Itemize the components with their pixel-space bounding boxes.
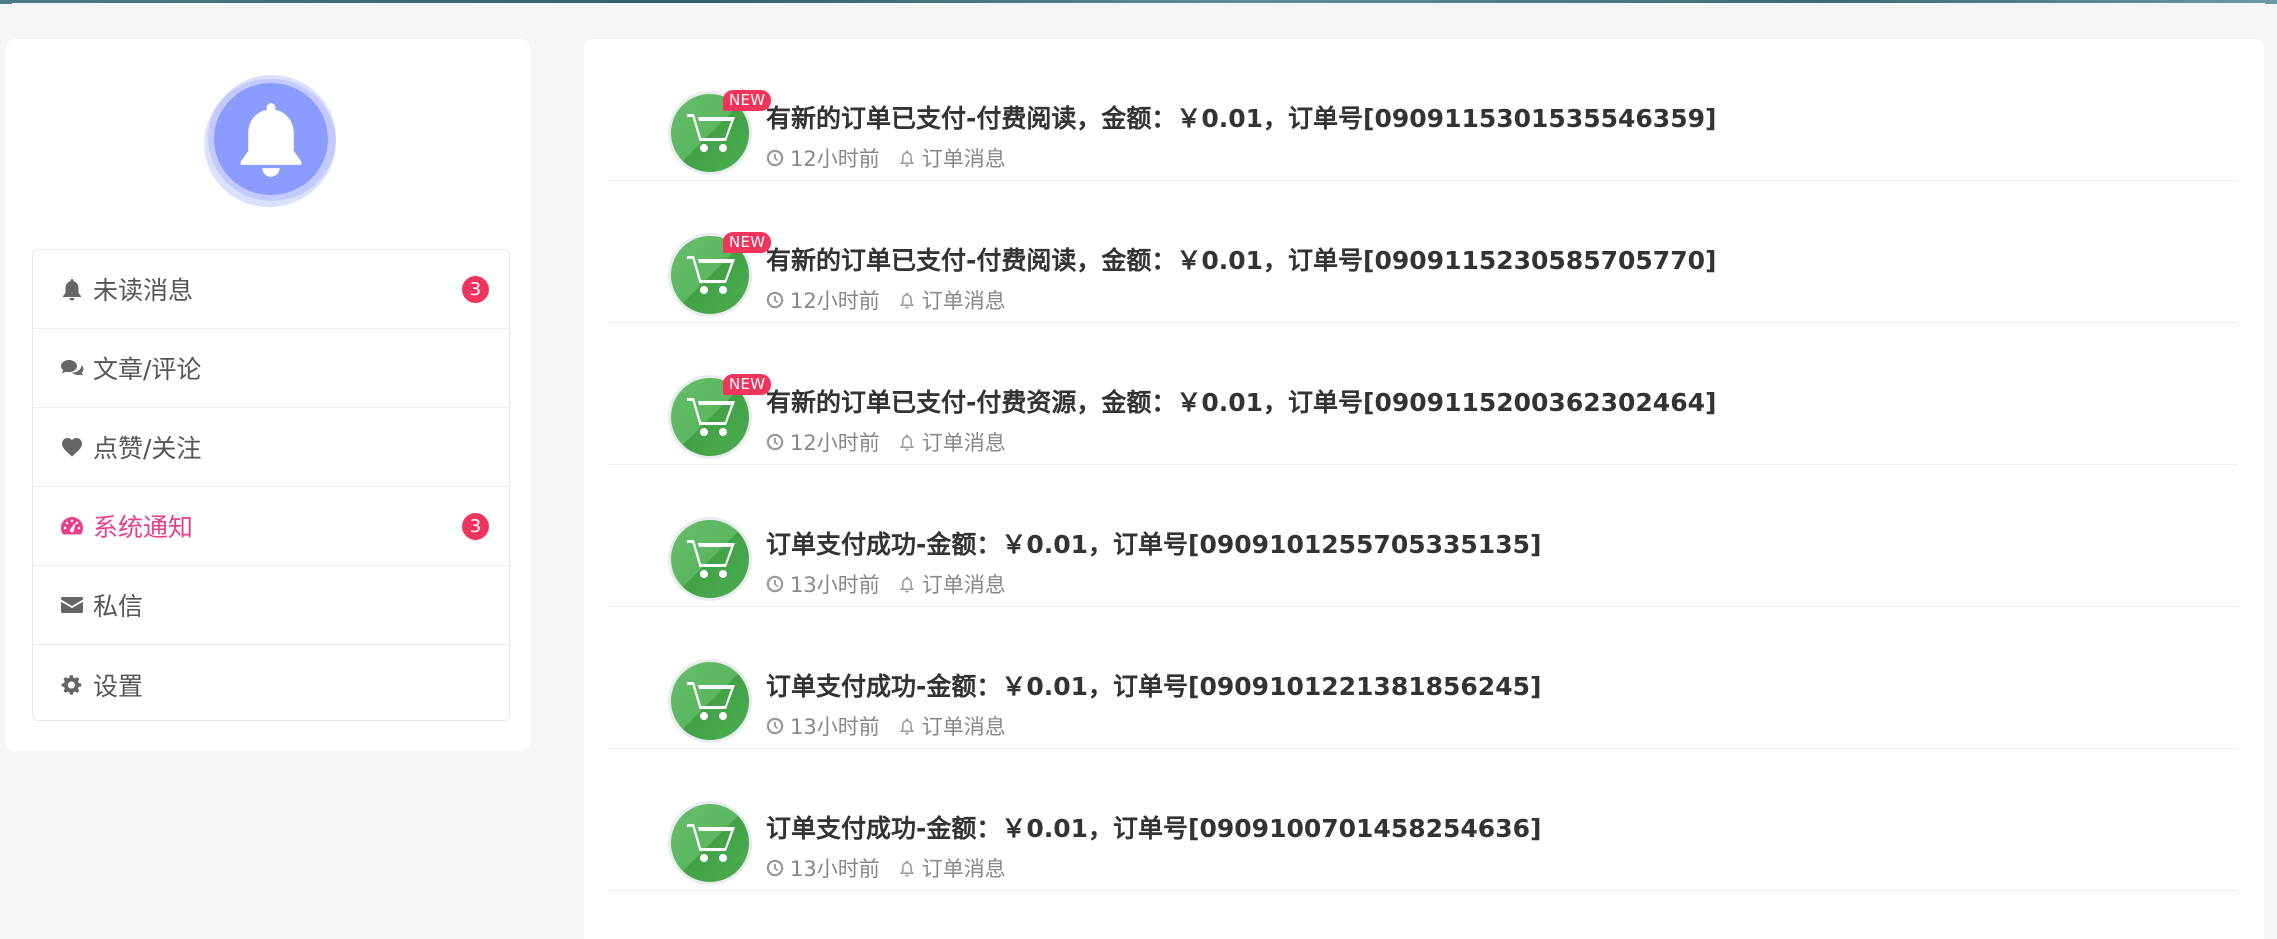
gear-icon: [59, 673, 85, 697]
clock-icon: [766, 291, 784, 309]
sidebar-item-system-notice[interactable]: 系统通知 3: [33, 487, 509, 566]
sidebar-item-label: 设置: [93, 671, 144, 701]
new-badge: NEW: [723, 90, 772, 111]
cart-icon: [687, 256, 735, 294]
envelope-icon: [59, 593, 85, 617]
message-meta: 13小时前 订单消息: [766, 569, 1006, 599]
message-meta: 12小时前 订单消息: [766, 143, 1006, 173]
cart-icon: [687, 540, 735, 578]
message-meta: 12小时前 订单消息: [766, 427, 1006, 457]
message-title[interactable]: 有新的订单已支付-付费阅读，金额：￥0.01，订单号[0909115301535…: [766, 99, 1716, 135]
cart-icon: [687, 398, 735, 436]
list-item[interactable]: NEW 有新的订单已支付-付费阅读，金额：￥0.01，订单号[090911523…: [608, 181, 2238, 323]
message-category: 订单消息: [921, 289, 1006, 313]
order-avatar: [668, 517, 752, 601]
message-meta: 13小时前 订单消息: [766, 711, 1006, 741]
unread-count-badge: 3: [462, 276, 489, 303]
message-time: 13小时前: [790, 715, 880, 739]
message-time: 12小时前: [790, 147, 880, 171]
sidebar-menu: 未读消息 3 文章/评论 点赞/关注 系统通知 3 私信 设置: [32, 249, 510, 721]
sidebar-item-label: 未读消息: [93, 276, 194, 305]
sidebar-item-label: 文章/评论: [93, 355, 202, 384]
clock-icon: [766, 433, 784, 451]
bell-icon: [899, 292, 914, 309]
top-banner: [0, 0, 2277, 6]
sidebar-item-articles-comments[interactable]: 文章/评论: [33, 329, 509, 408]
sidebar-item-likes-follows[interactable]: 点赞/关注: [33, 408, 509, 487]
clock-icon: [766, 575, 784, 593]
bell-icon: [240, 103, 302, 177]
avatar: [192, 66, 348, 220]
list-item[interactable]: NEW 有新的订单已支付-付费资源，金额：￥0.01，订单号[090911520…: [608, 323, 2238, 465]
message-meta: 12小时前 订单消息: [766, 285, 1006, 315]
bell-icon: [899, 150, 914, 167]
sidebar-item-label: 私信: [93, 592, 144, 621]
new-badge: NEW: [723, 374, 772, 395]
message-time: 12小时前: [790, 289, 880, 313]
clock-icon: [766, 859, 784, 877]
message-title[interactable]: 订单支付成功-金额：￥0.01，订单号[0909101255705335135]: [766, 525, 1541, 561]
list-item[interactable]: 订单支付成功-金额：￥0.01，订单号[0909101255705335135]…: [608, 465, 2238, 607]
list-item[interactable]: NEW 有新的订单已支付-付费阅读，金额：￥0.01，订单号[090911530…: [608, 39, 2238, 181]
new-badge: NEW: [723, 232, 772, 253]
bell-icon: [899, 718, 914, 735]
bell-icon: [899, 434, 914, 451]
list-item[interactable]: 订单支付成功-金额：￥0.01，订单号[0909100701458254636]…: [608, 749, 2238, 891]
message-title[interactable]: 订单支付成功-金额：￥0.01，订单号[0909100701458254636]: [766, 809, 1541, 845]
cart-icon: [687, 682, 735, 720]
message-title[interactable]: 订单支付成功-金额：￥0.01，订单号[0909101221381856245]: [766, 667, 1541, 703]
sidebar-item-settings[interactable]: 设置: [33, 645, 509, 720]
comments-icon: [59, 356, 85, 380]
order-avatar: [668, 659, 752, 743]
clock-icon: [766, 149, 784, 167]
sidebar-item-label: 系统通知: [93, 513, 194, 542]
bell-icon: [899, 860, 914, 877]
sidebar-item-unread[interactable]: 未读消息 3: [33, 250, 509, 329]
dashboard-icon: [59, 514, 85, 538]
bell-icon: [59, 277, 85, 301]
cart-icon: [687, 824, 735, 862]
message-category: 订单消息: [921, 857, 1006, 881]
heart-icon: [59, 435, 85, 459]
cart-icon: [687, 114, 735, 152]
message-list: NEW 有新的订单已支付-付费阅读，金额：￥0.01，订单号[090911530…: [584, 39, 2264, 939]
message-time: 12小时前: [790, 431, 880, 455]
message-meta: 13小时前 订单消息: [766, 853, 1006, 883]
order-avatar: [668, 801, 752, 885]
sidebar-item-private-message[interactable]: 私信: [33, 566, 509, 645]
message-title[interactable]: 有新的订单已支付-付费阅读，金额：￥0.01，订单号[0909115230585…: [766, 241, 1716, 277]
clock-icon: [766, 717, 784, 735]
message-category: 订单消息: [921, 147, 1006, 171]
message-time: 13小时前: [790, 573, 880, 597]
message-category: 订单消息: [921, 715, 1006, 739]
bell-icon: [899, 576, 914, 593]
list-item[interactable]: 订单支付成功-金额：￥0.01，订单号[0909101221381856245]…: [608, 607, 2238, 749]
sidebar-item-label: 点赞/关注: [93, 434, 202, 463]
message-category: 订单消息: [921, 573, 1006, 597]
sidebar: 未读消息 3 文章/评论 点赞/关注 系统通知 3 私信 设置: [6, 39, 530, 751]
message-category: 订单消息: [921, 431, 1006, 455]
notice-count-badge: 3: [462, 513, 489, 540]
message-title[interactable]: 有新的订单已支付-付费资源，金额：￥0.01，订单号[0909115200362…: [766, 383, 1716, 419]
message-time: 13小时前: [790, 857, 880, 881]
